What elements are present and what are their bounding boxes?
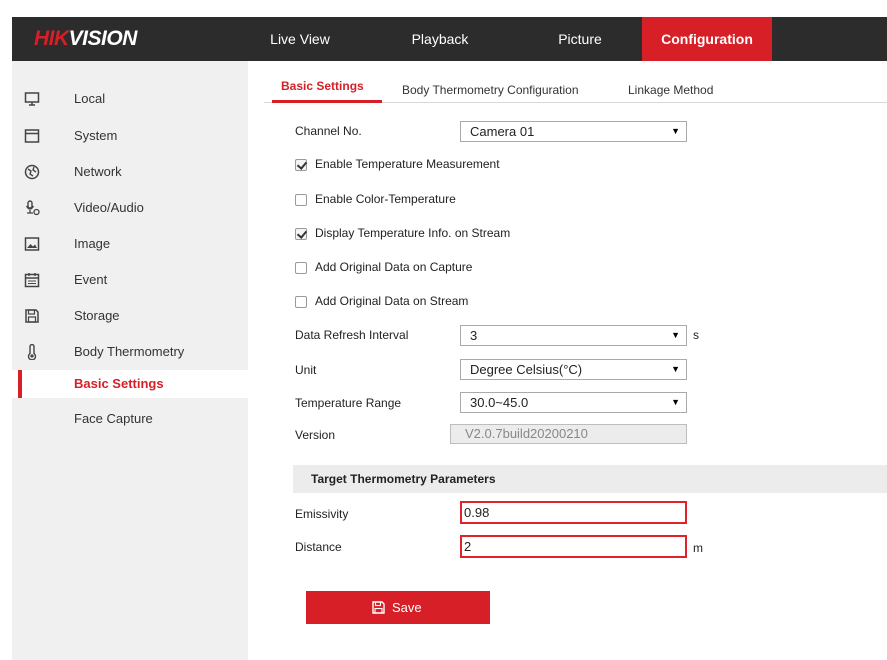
- dropdown-arrow-icon: ▼: [671, 330, 680, 340]
- calendar-icon: [24, 273, 40, 288]
- top-nav-bar: HIKVISION Live View Playback Picture Con…: [12, 17, 887, 61]
- tab-basic-settings[interactable]: Basic Settings: [281, 79, 364, 93]
- channel-select-value: Camera 01: [470, 124, 535, 139]
- sidebar-subitem-label: Basic Settings: [74, 376, 164, 391]
- sidebar-item-label: Network: [74, 164, 122, 179]
- checkbox-checked-icon: [295, 228, 307, 240]
- checkbox-unchecked-icon: [295, 296, 307, 308]
- sidebar-item-label: System: [74, 128, 118, 143]
- checkbox-label: Enable Color-Temperature: [315, 192, 456, 206]
- checkbox-label: Display Temperature Info. on Stream: [315, 226, 511, 240]
- sidebar-item-label: Image: [74, 236, 111, 251]
- sidebar-item-label: Video/Audio: [74, 200, 144, 215]
- distance-unit: m: [693, 541, 703, 555]
- video-audio-icon: [25, 200, 40, 216]
- dropdown-arrow-icon: ▼: [671, 364, 680, 374]
- distance-input[interactable]: [460, 535, 687, 558]
- section-title: Target Thermometry Parameters: [311, 472, 496, 486]
- nav-live-view[interactable]: Live View: [260, 17, 340, 61]
- storage-icon: [25, 309, 39, 323]
- tab-linkage-method[interactable]: Linkage Method: [628, 83, 713, 97]
- system-icon: [24, 129, 40, 143]
- sidebar-item-system[interactable]: System: [12, 123, 248, 149]
- save-button-label: Save: [392, 600, 422, 615]
- sidebar: Local System Network Video/Audio Image E…: [12, 61, 248, 660]
- temperature-range-select[interactable]: 30.0~45.0 ▼: [460, 392, 687, 413]
- unit-label: Unit: [295, 363, 317, 377]
- sidebar-item-label: Storage: [74, 308, 120, 323]
- brand-logo: HIKVISION: [34, 27, 137, 50]
- refresh-interval-select[interactable]: 3 ▼: [460, 325, 687, 346]
- thermometer-icon: [27, 344, 37, 360]
- checkbox-label: Add Original Data on Stream: [315, 294, 469, 308]
- sidebar-subitem-label: Face Capture: [74, 411, 153, 426]
- refresh-interval-value: 3: [470, 328, 478, 343]
- unit-select-value: Degree Celsius(°C): [470, 362, 583, 377]
- checkbox-label: Enable Temperature Measurement: [315, 157, 500, 171]
- checkbox-unchecked-icon: [295, 262, 307, 274]
- sidebar-subitem-basic-settings[interactable]: Basic Settings: [12, 370, 248, 398]
- sidebar-item-label: Body Thermometry: [74, 344, 185, 359]
- temperature-range-value: 30.0~45.0: [470, 395, 529, 410]
- sidebar-item-event[interactable]: Event: [12, 267, 248, 293]
- monitor-icon: [24, 92, 40, 106]
- config-tabs: Basic Settings Body Thermometry Configur…: [264, 73, 887, 103]
- channel-label: Channel No.: [295, 124, 362, 138]
- emissivity-label: Emissivity: [295, 507, 349, 521]
- checkbox-label: Add Original Data on Capture: [315, 260, 473, 274]
- checkbox-checked-icon: [295, 159, 307, 171]
- sidebar-item-network[interactable]: Network: [12, 159, 248, 185]
- nav-picture[interactable]: Picture: [530, 17, 630, 61]
- sidebar-item-label: Event: [74, 272, 108, 287]
- dropdown-arrow-icon: ▼: [671, 397, 680, 407]
- version-field: V2.0.7build20200210: [450, 424, 687, 444]
- nav-configuration[interactable]: Configuration: [642, 17, 772, 61]
- dropdown-arrow-icon: ▼: [671, 126, 680, 136]
- channel-select[interactable]: Camera 01 ▼: [460, 121, 687, 142]
- sidebar-item-image[interactable]: Image: [12, 231, 248, 257]
- checkbox-unchecked-icon: [295, 194, 307, 206]
- refresh-unit: s: [693, 328, 699, 342]
- save-button[interactable]: Save: [306, 591, 490, 624]
- sidebar-item-video-audio[interactable]: Video/Audio: [12, 195, 248, 221]
- active-tab-indicator: [272, 100, 382, 103]
- sidebar-item-body-thermometry[interactable]: Body Thermometry: [12, 339, 248, 365]
- target-thermometry-section-header: Target Thermometry Parameters: [293, 465, 887, 493]
- tab-body-thermometry-configuration[interactable]: Body Thermometry Configuration: [402, 83, 579, 97]
- unit-select[interactable]: Degree Celsius(°C) ▼: [460, 359, 687, 380]
- distance-label: Distance: [295, 540, 342, 554]
- network-icon: [24, 164, 40, 180]
- sidebar-item-label: Local: [74, 91, 106, 106]
- image-icon: [24, 237, 40, 251]
- sidebar-subitem-face-capture[interactable]: Face Capture: [12, 405, 248, 433]
- nav-playback[interactable]: Playback: [390, 17, 490, 61]
- version-label: Version: [295, 428, 336, 442]
- save-disk-icon: [372, 601, 385, 614]
- temperature-range-label: Temperature Range: [295, 396, 402, 410]
- sidebar-item-local[interactable]: Local: [12, 86, 248, 112]
- emissivity-input[interactable]: [460, 501, 687, 524]
- refresh-interval-label: Data Refresh Interval: [295, 328, 409, 342]
- sidebar-item-storage[interactable]: Storage: [12, 303, 248, 329]
